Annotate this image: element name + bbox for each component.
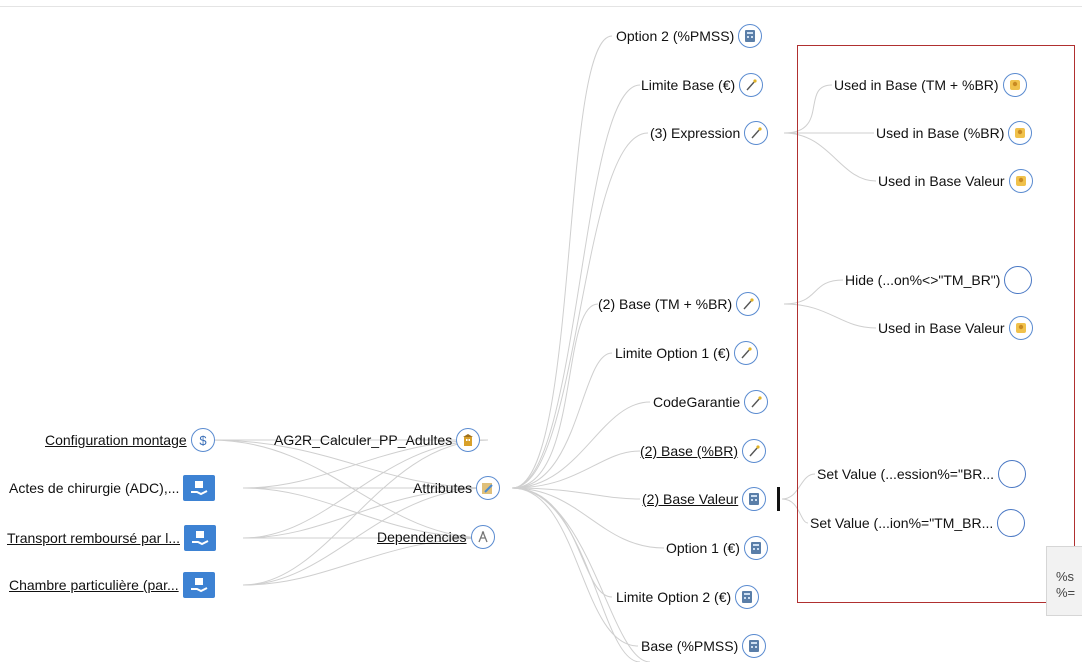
node-base-tm-br[interactable]: (2) Base (TM + %BR)	[598, 291, 761, 317]
calculator-icon	[738, 24, 763, 48]
node-label: Limite Base (€)	[641, 77, 736, 93]
calculator-icon	[742, 487, 767, 511]
side-panel-line-1: %s	[1056, 569, 1075, 584]
node-option1[interactable]: Option 1 (€)	[666, 535, 768, 561]
node-label[interactable]: (2) Base Valeur	[642, 486, 738, 512]
node-actes-chirurgie[interactable]: Actes de chirurgie (ADC),...	[9, 475, 216, 501]
dependency-tree-canvas: Configuration montage $ Actes de chirurg…	[0, 0, 1082, 662]
edge	[511, 487, 613, 598]
person-icon	[1008, 121, 1033, 145]
edge	[511, 487, 641, 662]
node-label[interactable]: Chambre particulière (par...	[9, 572, 179, 598]
empty-circle-icon	[1004, 266, 1033, 294]
side-panel-line-2: %=	[1056, 585, 1076, 600]
node-dependencies[interactable]: Dependencies	[377, 524, 495, 550]
package-hand-icon	[182, 572, 215, 598]
pencil-icon	[476, 476, 501, 500]
empty-circle-icon	[997, 509, 1026, 537]
magic-wand-icon	[736, 292, 761, 316]
node-transport[interactable]: Transport remboursé par l...	[7, 525, 216, 551]
node-label: (3) Expression	[650, 125, 741, 141]
node-configuration-montage[interactable]: Configuration montage $	[45, 427, 215, 453]
calculator-icon	[735, 585, 760, 609]
dollar-icon: $	[190, 428, 215, 452]
node-label: Limite Option 1 (€)	[615, 345, 731, 361]
node-hide-rule[interactable]: Hide (...on%<>"TM_BR")	[845, 266, 1033, 294]
node-label: Used in Base (TM + %BR)	[834, 77, 999, 93]
node-chambre[interactable]: Chambre particulière (par...	[9, 572, 215, 598]
person-icon	[1002, 73, 1027, 97]
side-tooltip-panel[interactable]: %s %=	[1046, 546, 1082, 616]
node-label: AG2R_Calculer_PP_Adultes	[274, 432, 453, 448]
edge	[783, 84, 833, 134]
svg-text:$: $	[199, 433, 207, 447]
node-code-garantie[interactable]: CodeGarantie	[653, 389, 769, 415]
node-ag2r[interactable]: AG2R_Calculer_PP_Adultes	[274, 427, 481, 453]
node-label: Base (%PMSS)	[641, 638, 739, 654]
node-label[interactable]: Dependencies	[377, 524, 467, 550]
node-base-br[interactable]: (2) Base (%BR)	[640, 438, 767, 464]
node-label: Set Value (...ion%="TM_BR...	[810, 515, 994, 531]
node-label: Attributes	[413, 480, 473, 496]
magic-wand-icon	[734, 341, 759, 365]
node-used-in-base-valeur-a[interactable]: Used in Base Valeur	[878, 168, 1033, 194]
node-used-in-base-tm-br[interactable]: Used in Base (TM + %BR)	[834, 72, 1027, 98]
node-used-in-base-br[interactable]: Used in Base (%BR)	[876, 120, 1033, 146]
node-base-pmss[interactable]: Base (%PMSS)	[641, 633, 767, 659]
node-label: Used in Base Valeur	[878, 320, 1005, 336]
calculator-icon	[742, 634, 767, 658]
node-label: Hide (...on%<>"TM_BR")	[845, 272, 1001, 288]
node-limite-option1[interactable]: Limite Option 1 (€)	[615, 340, 759, 366]
text-cursor	[777, 487, 780, 511]
node-label[interactable]: (2) Base (%BR)	[640, 438, 738, 464]
node-option2-pmss[interactable]: Option 2 (%PMSS)	[616, 23, 763, 49]
edge	[781, 473, 816, 500]
edge	[511, 303, 599, 489]
package-hand-icon	[183, 475, 216, 501]
node-base-valeur[interactable]: (2) Base Valeur	[642, 486, 767, 512]
node-label: Used in Base (%BR)	[876, 125, 1005, 141]
edge	[511, 487, 651, 662]
node-label[interactable]: Transport remboursé par l...	[7, 525, 180, 551]
edge	[783, 132, 877, 182]
edge	[511, 352, 613, 489]
node-label: Actes de chirurgie (ADC),...	[9, 480, 180, 496]
node-attributes[interactable]: Attributes	[413, 475, 501, 501]
node-set-value-2[interactable]: Set Value (...ion%="TM_BR...	[810, 509, 1026, 537]
magic-wand-icon	[742, 439, 767, 463]
magic-wand-icon	[744, 390, 769, 414]
calculator-icon	[743, 536, 768, 560]
node-limite-option2[interactable]: Limite Option 2 (€)	[616, 584, 760, 610]
person-icon	[1008, 316, 1033, 340]
node-label: (2) Base (TM + %BR)	[598, 296, 733, 312]
node-label: Option 2 (%PMSS)	[616, 28, 735, 44]
node-set-value-1[interactable]: Set Value (...ession%="BR...	[817, 460, 1027, 488]
person-icon	[1008, 169, 1033, 193]
node-label: Used in Base Valeur	[878, 173, 1005, 189]
empty-circle-icon	[998, 460, 1027, 488]
node-expression[interactable]: (3) Expression	[650, 120, 769, 146]
edge	[511, 84, 641, 489]
node-label: Option 1 (€)	[666, 540, 740, 556]
node-used-in-base-valeur-b[interactable]: Used in Base Valeur	[878, 315, 1033, 341]
compass-icon	[470, 525, 495, 549]
edge	[511, 487, 639, 647]
edge	[781, 498, 809, 524]
package-hand-icon	[184, 525, 216, 551]
node-label[interactable]: Configuration montage	[45, 427, 187, 453]
node-limite-base[interactable]: Limite Base (€)	[641, 72, 764, 98]
node-label: Set Value (...ession%="BR...	[817, 466, 995, 482]
magic-wand-icon	[744, 121, 769, 145]
magic-wand-icon	[739, 73, 764, 97]
node-label: CodeGarantie	[653, 394, 741, 410]
edge	[783, 279, 844, 305]
building-icon	[456, 428, 481, 452]
node-label: Limite Option 2 (€)	[616, 589, 732, 605]
edge	[511, 35, 613, 489]
edge	[783, 303, 877, 329]
